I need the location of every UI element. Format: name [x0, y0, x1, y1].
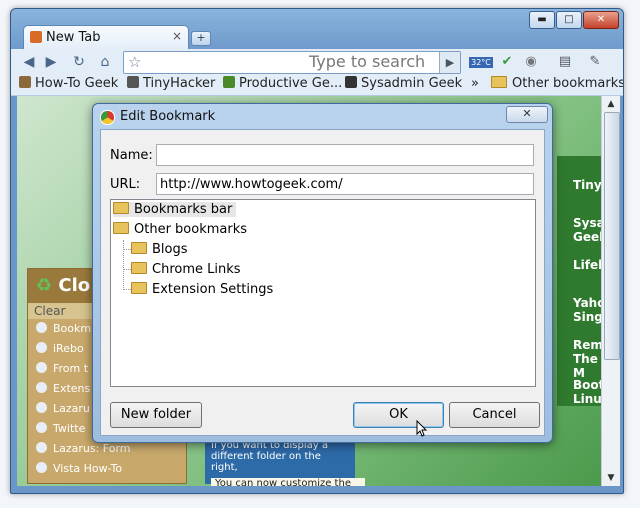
folder-tree[interactable]: Bookmarks bar Other bookmarks Blogs Chro… [110, 199, 536, 387]
browser-toolbar: ◀ ▶ ↻ ⌂ ☆ Type to search ▶ 32°C ✔ ◉ ▤ ✎ [11, 49, 623, 75]
recycle-icon: ♻ [36, 275, 53, 296]
wrench-menu-icon[interactable]: ✎ [585, 52, 605, 72]
url-field[interactable] [156, 173, 534, 195]
bookmark-tinyhacker[interactable]: TinyHacker [127, 76, 215, 91]
close-window-button[interactable]: ✕ [583, 11, 619, 29]
tree-connector [123, 249, 131, 250]
page-icon [36, 382, 47, 393]
folder-icon [491, 76, 507, 88]
scroll-thumb[interactable] [604, 112, 620, 360]
sysadmin-geek-icon [345, 76, 357, 88]
sidebar-link[interactable]: Boot Linux [573, 378, 601, 406]
list-item[interactable]: Vista How-To [28, 459, 186, 479]
omnibox-placeholder: Type to search [309, 52, 426, 71]
tip-text-secondary: You can now customize the folder shown [211, 478, 365, 486]
minimize-button[interactable]: ▬ [529, 11, 555, 29]
page-icon [36, 442, 47, 453]
bookmarks-bar: How-To Geek TinyHacker Productive Ge... … [11, 75, 623, 96]
productive-geek-icon [223, 76, 235, 88]
page-icon [36, 422, 47, 433]
cancel-button[interactable]: Cancel [449, 402, 540, 428]
other-bookmarks-button[interactable]: Other bookmarks [491, 76, 623, 91]
mouse-cursor-icon [416, 420, 428, 437]
tree-connector [123, 269, 131, 270]
ok-button[interactable]: OK [353, 402, 444, 428]
folder-icon [131, 282, 147, 294]
sidebar-link[interactable]: Yahoo Singa [573, 296, 601, 324]
page-icon [36, 322, 47, 333]
tree-item-extension-settings[interactable]: Extension Settings [131, 282, 273, 297]
window-controls: ▬ □ ✕ [529, 11, 619, 29]
tree-item-bookmarks-bar[interactable]: Bookmarks bar [113, 202, 237, 217]
tree-item-other-bookmarks[interactable]: Other bookmarks [113, 222, 247, 237]
name-field[interactable] [156, 144, 534, 166]
folder-icon [131, 262, 147, 274]
title-bar: New Tab × + ▬ □ ✕ [11, 9, 623, 50]
page-icon [36, 362, 47, 373]
checkmark-extension-icon[interactable]: ✔ [497, 52, 517, 72]
name-label: Name: [110, 148, 153, 163]
tab-title: New Tab [46, 30, 101, 45]
dialog-title: Edit Bookmark [120, 109, 216, 124]
folder-open-icon [113, 202, 129, 214]
tinyhacker-icon [127, 76, 139, 88]
reload-icon[interactable]: ↻ [69, 52, 89, 72]
go-arrow-icon[interactable]: ▶ [439, 52, 460, 73]
back-arrow-icon[interactable]: ◀ [19, 52, 39, 72]
forward-arrow-icon[interactable]: ▶ [41, 52, 61, 72]
weather-extension-icon[interactable]: 32°C [469, 57, 493, 68]
tree-connector [123, 289, 131, 290]
howtogeek-icon [19, 76, 31, 88]
home-icon[interactable]: ⌂ [95, 52, 115, 72]
dialog-close-button[interactable]: ✕ [506, 106, 548, 123]
tree-connector [123, 240, 124, 290]
new-tab-favicon-icon [30, 31, 42, 43]
maximize-button[interactable]: □ [556, 11, 582, 29]
sidebar-link[interactable]: TinyH [573, 178, 601, 192]
tab-close-icon[interactable]: × [172, 29, 182, 43]
tip-text: If you want to display a different folde… [205, 436, 355, 484]
url-label: URL: [110, 177, 141, 192]
page-menu-icon[interactable]: ▤ [555, 52, 575, 72]
omnibox[interactable]: ☆ Type to search ▶ [123, 51, 461, 74]
page-icon [36, 402, 47, 413]
bookmark-how-to-geek[interactable]: How-To Geek [19, 76, 118, 91]
bookmark-sysadmin-geek[interactable]: Sysadmin Geek [345, 76, 462, 91]
sidebar-link[interactable]: Sysad Geek [573, 216, 601, 244]
bookmark-productive-geek[interactable]: Productive Ge... [223, 76, 342, 91]
tab-new-tab[interactable]: New Tab × [23, 25, 189, 50]
star-icon[interactable]: ☆ [128, 53, 141, 71]
vertical-scrollbar[interactable]: ▲ ▼ [601, 96, 620, 486]
edit-bookmark-dialog: Edit Bookmark ✕ Name: URL: Bookmarks bar… [92, 103, 553, 443]
sidebar-link[interactable]: Reme The M [573, 338, 601, 380]
page-icon [36, 462, 47, 473]
chrome-logo-icon [100, 110, 115, 125]
scroll-up-icon[interactable]: ▲ [604, 97, 618, 111]
search-extension-icon[interactable]: ◉ [521, 52, 541, 72]
tree-item-blogs[interactable]: Blogs [131, 242, 188, 257]
sidebar-link[interactable]: Lifeh [573, 258, 601, 272]
new-folder-button[interactable]: New folder [110, 402, 202, 428]
scroll-down-icon[interactable]: ▼ [604, 471, 618, 485]
bookmark-sidebar-panel: TinyH Sysad Geek Lifeh Yahoo Singa Reme … [557, 156, 601, 406]
dialog-body: Name: URL: Bookmarks bar Other bookmarks… [100, 129, 545, 436]
page-icon [36, 342, 47, 353]
folder-icon [113, 222, 129, 234]
tree-item-chrome-links[interactable]: Chrome Links [131, 262, 241, 277]
bookmarks-overflow-chevron-icon[interactable]: » [471, 76, 479, 91]
folder-icon [131, 242, 147, 254]
new-tab-button[interactable]: + [191, 31, 211, 46]
